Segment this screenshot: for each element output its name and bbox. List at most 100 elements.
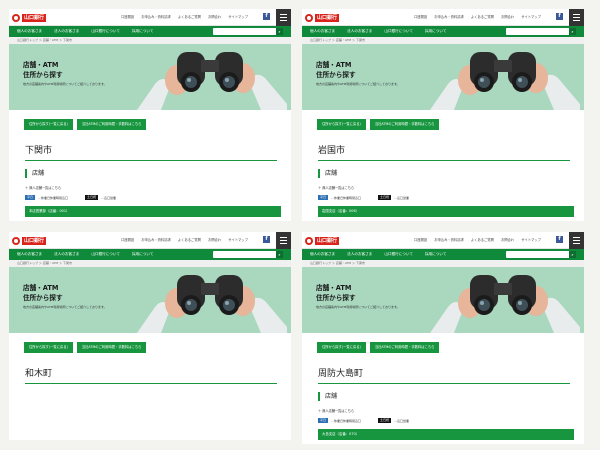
search-input[interactable]: ⌕ (213, 28, 283, 35)
util-link-apply[interactable]: お申込み・資料請求 (434, 237, 464, 242)
breadcrumb: 山口銀行トップ ＞ 店舗・ATM ＞ 下関市 (302, 260, 584, 267)
utility-links: 口座開設 お申込み・資料請求 よくあるご質問 お問合わ サイトマップ (414, 14, 541, 19)
menu-bar-icon (573, 237, 580, 238)
hamburger-menu-button[interactable] (569, 9, 584, 26)
hamburger-menu-button[interactable] (569, 232, 584, 249)
menu-bar-icon (280, 243, 287, 244)
bank-logo[interactable]: 山口銀行 (12, 13, 47, 22)
hamburger-menu-button[interactable] (276, 9, 291, 26)
back-to-address-button[interactable]: 住所から探す(一覧に戻る) (24, 119, 73, 130)
nav-item-about[interactable]: 山口銀行について (384, 252, 413, 257)
logo-text: 山口銀行 (22, 13, 47, 22)
hero-banner: 店舗・ATM 住所から探す 地方の店舗案内やATM利用場所についてご紹介しており… (9, 44, 291, 110)
weekday-tag: 平日 (318, 418, 329, 423)
city-heading: 岩国市 (318, 146, 346, 156)
util-link-contact[interactable]: お問合わ (208, 237, 221, 242)
page-panel-3: 山口銀行 口座開設 お申込み・資料請求 よくあるご質問 お問合わ サイトマップ … (9, 232, 291, 440)
util-link-apply[interactable]: お申込み・資料請求 (141, 237, 171, 242)
page-title-line1: 店舗・ATM (23, 284, 59, 292)
atm-fee-button[interactable]: 当社ATMのご利用時間・手数料はこちら (76, 119, 147, 130)
back-to-address-button[interactable]: 住所から探す(一覧に戻る) (317, 342, 366, 353)
page-title: 店舗・ATM 住所から探す (23, 283, 63, 303)
page-title-line1: 店舗・ATM (23, 61, 59, 69)
nav-item-personal[interactable]: 個人のお客さま (17, 252, 42, 257)
search-input[interactable]: ⌕ (506, 28, 576, 35)
page-panel-2: 山口銀行 口座開設 お申込み・資料請求 よくあるご質問 お問合わ サイトマップ … (302, 9, 584, 221)
nav-item-personal[interactable]: 個人のお客さま (310, 252, 335, 257)
city-heading: 和木町 (25, 369, 53, 379)
global-nav: 個人のお客さま 法人のお客さま 山口銀行について 採用について ⌕ (302, 26, 584, 37)
global-nav: 個人のお客さま 法人のお客さま 山口銀行について 採用について ⌕ (302, 249, 584, 260)
util-link-account[interactable]: 口座開設 (414, 237, 427, 242)
nav-item-corporate[interactable]: 法人のお客さま (54, 29, 79, 34)
util-link-contact[interactable]: お問合わ (501, 237, 514, 242)
search-icon[interactable]: ⌕ (569, 28, 576, 35)
nav-item-recruit[interactable]: 採用について (132, 29, 153, 34)
nav-item-about[interactable]: 山口銀行について (91, 252, 120, 257)
menu-bar-icon (280, 240, 287, 241)
nav-item-personal[interactable]: 個人のお客さま (310, 29, 335, 34)
util-link-account[interactable]: 口座開設 (121, 14, 134, 19)
util-link-contact[interactable]: お問合わ (501, 14, 514, 19)
atm-fee-button[interactable]: 当社ATMのご利用時間・手数料はこちら (369, 342, 440, 353)
util-link-sitemap[interactable]: サイトマップ (228, 237, 248, 242)
util-link-account[interactable]: 口座開設 (121, 237, 134, 242)
nav-item-personal[interactable]: 個人のお客さま (17, 29, 42, 34)
util-link-contact[interactable]: お問合わ (208, 14, 221, 19)
nav-item-about[interactable]: 山口銀行について (384, 29, 413, 34)
top-bar: 山口銀行 口座開設 お申込み・資料請求 よくあるご質問 お問合わ サイトマップ … (9, 9, 291, 26)
page-subtitle: 地方の店舗案内やATM利用場所についてご紹介しております。 (316, 305, 400, 309)
nav-item-about[interactable]: 山口銀行について (91, 29, 120, 34)
action-buttons: 住所から探す(一覧に戻る) 当社ATMのご利用時間・手数料はこちら (302, 119, 584, 130)
search-input[interactable]: ⌕ (506, 251, 576, 258)
weekday-tag-desc: …休業日休業時間窓口 (331, 418, 362, 423)
util-link-sitemap[interactable]: サイトマップ (521, 14, 541, 19)
search-icon[interactable]: ⌕ (569, 251, 576, 258)
hamburger-menu-button[interactable] (276, 232, 291, 249)
util-link-apply[interactable]: お申込み・資料請求 (434, 14, 464, 19)
util-link-account[interactable]: 口座開設 (414, 14, 427, 19)
unmanned-branch-link[interactable]: ＋ 無人店舗一覧はこちら (318, 185, 584, 190)
facebook-icon[interactable]: f (556, 236, 563, 243)
util-link-faq[interactable]: よくあるご質問 (178, 14, 201, 19)
utility-links: 口座開設 お申込み・資料請求 よくあるご質問 お問合わ サイトマップ (414, 237, 541, 242)
branch-section: 店舗 ＋ 無人店舗一覧はこちら 平日 …休業日休業時間窓口 土日祝 …窓口営業 … (302, 392, 584, 440)
facebook-icon[interactable]: f (556, 13, 563, 20)
utility-links: 口座開設 お申込み・資料請求 よくあるご質問 お問合わ サイトマップ (121, 237, 248, 242)
util-link-faq[interactable]: よくあるご質問 (471, 237, 494, 242)
util-link-sitemap[interactable]: サイトマップ (228, 14, 248, 19)
facebook-icon[interactable]: f (263, 13, 270, 20)
unmanned-branch-link[interactable]: ＋ 無人店舗一覧はこちら (318, 408, 584, 413)
search-input[interactable]: ⌕ (213, 251, 283, 258)
legend: 平日 …休業日休業時間窓口 土日祝 …窓口営業 (318, 418, 584, 423)
back-to-address-button[interactable]: 住所から探す(一覧に戻る) (317, 119, 366, 130)
util-link-faq[interactable]: よくあるご質問 (471, 14, 494, 19)
unmanned-branch-link[interactable]: ＋ 無人店舗一覧はこちら (25, 185, 291, 190)
search-icon[interactable]: ⌕ (276, 251, 283, 258)
atm-fee-button[interactable]: 当社ATMのご利用時間・手数料はこちら (76, 342, 147, 353)
nav-item-corporate[interactable]: 法人のお客さま (54, 252, 79, 257)
nav-item-recruit[interactable]: 採用について (132, 252, 153, 257)
facebook-icon[interactable]: f (263, 236, 270, 243)
weekday-tag: 平日 (318, 195, 329, 200)
util-link-faq[interactable]: よくあるご質問 (178, 237, 201, 242)
util-link-apply[interactable]: お申込み・資料請求 (141, 14, 171, 19)
page-title: 店舗・ATM 住所から探す (316, 283, 356, 303)
search-icon[interactable]: ⌕ (276, 28, 283, 35)
bank-logo[interactable]: 山口銀行 (12, 236, 47, 245)
nav-item-corporate[interactable]: 法人のお客さま (347, 252, 372, 257)
nav-item-recruit[interactable]: 採用について (425, 252, 446, 257)
back-to-address-button[interactable]: 住所から探す(一覧に戻る) (24, 342, 73, 353)
bank-logo[interactable]: 山口銀行 (305, 13, 340, 22)
branch-row[interactable]: 本店営業部（店番：001） (25, 206, 281, 217)
nav-item-corporate[interactable]: 法人のお客さま (347, 29, 372, 34)
weekend-tag: 土日祝 (378, 195, 392, 200)
branch-row[interactable]: 大島支店（店番：070） (318, 429, 574, 440)
atm-fee-button[interactable]: 当社ATMのご利用時間・手数料はこちら (369, 119, 440, 130)
util-link-sitemap[interactable]: サイトマップ (521, 237, 541, 242)
menu-bar-icon (280, 17, 287, 18)
bank-logo[interactable]: 山口銀行 (305, 236, 340, 245)
nav-item-recruit[interactable]: 採用について (425, 29, 446, 34)
legend: 平日 …休業日休業時間窓口 土日祝 …窓口営業 (318, 195, 584, 200)
branch-row[interactable]: 岩国支店（店番：006） (318, 206, 574, 217)
